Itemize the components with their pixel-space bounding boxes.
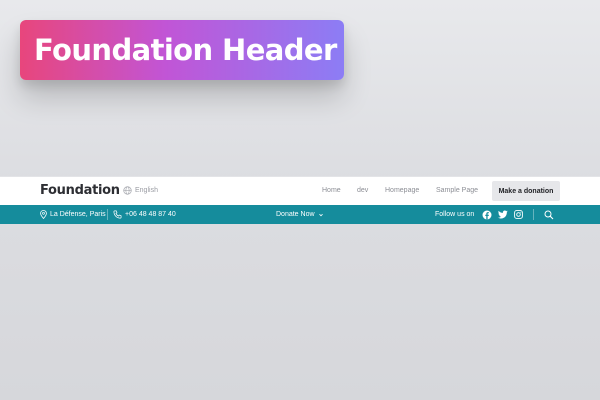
search-icon xyxy=(544,210,554,220)
donate-now-dropdown[interactable]: Donate Now xyxy=(276,205,324,224)
follow-us: Follow us on xyxy=(435,205,474,224)
location-pin-icon xyxy=(40,210,47,219)
nav-item-dev[interactable]: dev xyxy=(357,187,368,194)
divider xyxy=(533,209,534,220)
nav-item-home[interactable]: Home xyxy=(322,187,341,194)
follow-us-label: Follow us on xyxy=(435,211,475,218)
divider xyxy=(107,209,108,220)
site-header: Foundation English Home dev Homepage Sam… xyxy=(0,176,600,224)
nav-item-homepage[interactable]: Homepage xyxy=(385,187,419,194)
location-text: La Défense, Paris xyxy=(50,211,106,218)
phone-info[interactable]: +06 48 48 87 40 xyxy=(113,205,176,224)
chevron-down-icon xyxy=(318,212,324,218)
facebook-link[interactable] xyxy=(482,205,492,224)
twitter-link[interactable] xyxy=(498,205,508,224)
instagram-link[interactable] xyxy=(514,205,523,224)
nav-item-sample-page[interactable]: Sample Page xyxy=(436,187,478,194)
info-bar: La Défense, Paris +06 48 48 87 40 Donate… xyxy=(0,205,600,224)
instagram-icon xyxy=(514,210,523,219)
donate-now-label: Donate Now xyxy=(276,211,315,218)
search-button[interactable] xyxy=(544,205,554,224)
facebook-icon xyxy=(482,210,492,220)
twitter-icon xyxy=(498,210,508,219)
location-info: La Défense, Paris xyxy=(40,205,106,224)
phone-text: +06 48 48 87 40 xyxy=(125,211,176,218)
phone-icon xyxy=(113,210,122,219)
hero-title: Foundation Header xyxy=(34,33,337,67)
make-donation-button[interactable]: Make a donation xyxy=(492,181,560,201)
hero-title-badge: Foundation Header xyxy=(20,20,344,80)
top-bar: Foundation English Home dev Homepage Sam… xyxy=(0,176,600,205)
